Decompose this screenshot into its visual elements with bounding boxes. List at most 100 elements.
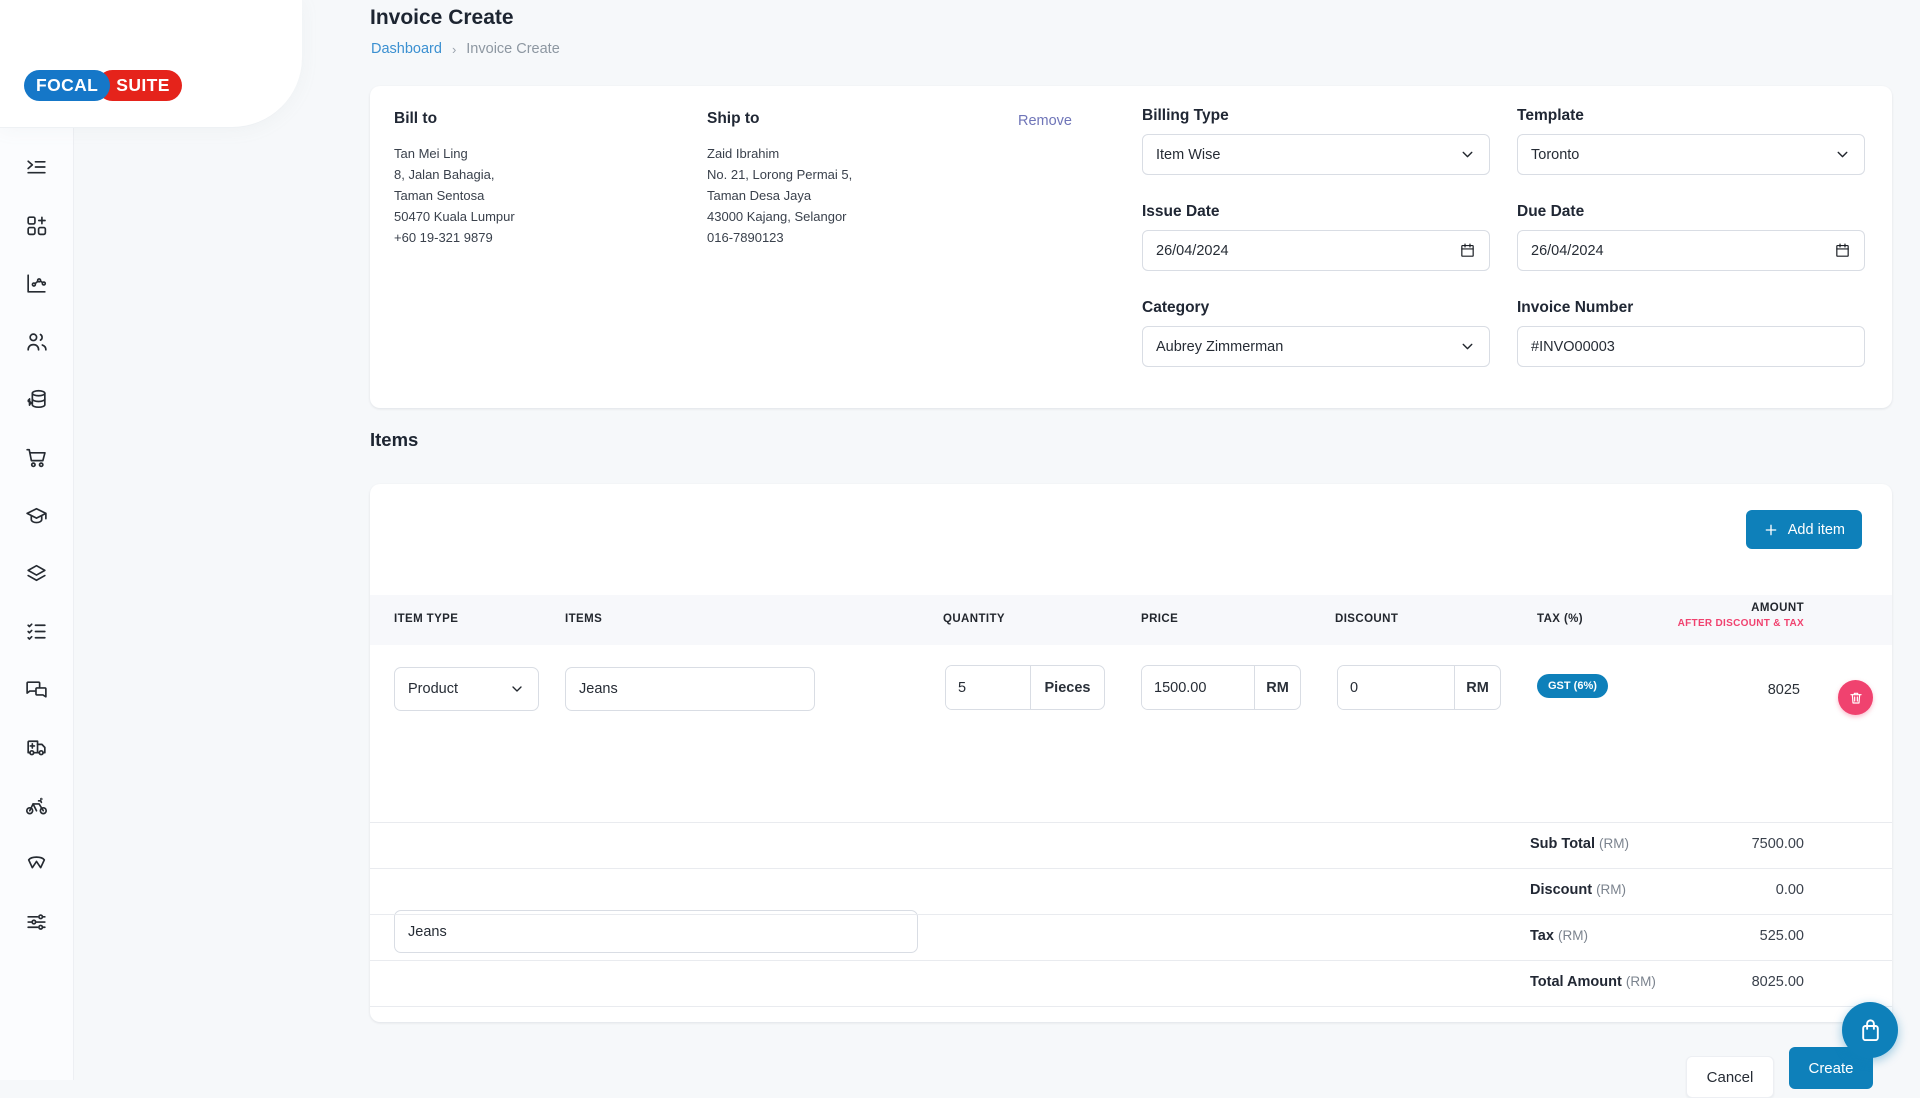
- due-date-label: Due Date: [1517, 203, 1865, 221]
- subtotal-unit: (RM): [1599, 836, 1629, 851]
- discount-value: 0.00: [1776, 882, 1804, 898]
- item-name-input[interactable]: [565, 667, 815, 711]
- shopping-bag-icon: [1857, 1017, 1884, 1044]
- breadcrumb: Dashboard › Invoice Create: [371, 41, 560, 57]
- template-field: Template Toronto: [1517, 107, 1865, 175]
- price-unit: RM: [1254, 666, 1300, 709]
- col-item-type: ITEM TYPE: [394, 613, 458, 625]
- calendar-icon: [1459, 242, 1476, 259]
- ship-to-label: Ship to: [707, 110, 987, 128]
- breadcrumb-dashboard-link[interactable]: Dashboard: [371, 41, 442, 57]
- ship-to-line: Zaid Ibrahim: [707, 143, 987, 164]
- database-dollar-icon: [24, 387, 49, 412]
- quantity-group: Pieces: [945, 665, 1105, 710]
- bill-to-block: Bill to Tan Mei Ling 8, Jalan Bahagia, T…: [394, 110, 674, 248]
- chart-dots-icon: [24, 271, 49, 296]
- floating-cart-button[interactable]: [1842, 1002, 1898, 1058]
- subtotal-label: Sub Total: [1530, 836, 1595, 852]
- sidebar-item-apps[interactable]: [0, 196, 73, 254]
- cancel-button[interactable]: Cancel: [1686, 1056, 1774, 1098]
- discount-row: Discount (RM) 0.00: [370, 868, 1892, 914]
- sidebar-item-menu[interactable]: [0, 138, 73, 196]
- total-amount-value: 8025.00: [1752, 974, 1804, 990]
- ship-to-block: Ship to Zaid Ibrahim No. 21, Lorong Perm…: [707, 110, 987, 248]
- add-item-button[interactable]: Add item: [1746, 510, 1862, 549]
- discount-label: Discount: [1530, 882, 1592, 898]
- invoice-details-card: Bill to Tan Mei Ling 8, Jalan Bahagia, T…: [370, 86, 1892, 408]
- tax-row: Tax (RM) 525.00: [370, 914, 1892, 960]
- category-label: Category: [1142, 299, 1490, 317]
- quantity-input[interactable]: [946, 666, 1030, 709]
- app-logo[interactable]: FOCAL SUITE: [24, 70, 182, 101]
- remove-address-button[interactable]: Remove: [1018, 113, 1072, 129]
- sidebar-item-projects[interactable]: [0, 544, 73, 602]
- invoice-number-value[interactable]: [1531, 339, 1851, 355]
- menu-list-icon: [24, 155, 49, 180]
- calendar-icon: [1834, 242, 1851, 259]
- invoice-number-field: Invoice Number: [1517, 299, 1865, 367]
- template-select[interactable]: Toronto: [1517, 134, 1865, 175]
- template-value: Toronto: [1531, 147, 1579, 163]
- brand-panel: FOCAL SUITE: [0, 0, 302, 128]
- sidebar-item-analytics[interactable]: [0, 254, 73, 312]
- sidebar-item-messages[interactable]: [0, 660, 73, 718]
- bike-icon: [24, 793, 49, 818]
- discount-unit-label: (RM): [1596, 882, 1626, 897]
- bill-to-label: Bill to: [394, 110, 674, 128]
- totals-block: Sub Total (RM) 7500.00 Discount (RM) 0.0…: [370, 822, 1892, 1007]
- tax-badge[interactable]: GST (6%): [1537, 674, 1608, 698]
- sidebar-item-training[interactable]: [0, 486, 73, 544]
- due-date-field: Due Date 26/04/2024: [1517, 203, 1865, 271]
- ship-to-line: No. 21, Lorong Permai 5,: [707, 164, 987, 185]
- sidebar-item-fleet[interactable]: [0, 718, 73, 776]
- issue-date-input[interactable]: 26/04/2024: [1142, 230, 1490, 271]
- tax-unit-label: (RM): [1558, 928, 1588, 943]
- billing-type-value: Item Wise: [1156, 147, 1220, 163]
- ship-to-line: 43000 Kajang, Selangor: [707, 206, 987, 227]
- sidebar-item-users[interactable]: [0, 312, 73, 370]
- items-table-header: ITEM TYPE ITEMS QUANTITY PRICE DISCOUNT …: [370, 595, 1892, 645]
- trash-icon: [1848, 690, 1864, 706]
- item-type-select[interactable]: Product: [394, 667, 539, 711]
- price-input[interactable]: [1142, 666, 1254, 709]
- quantity-unit: Pieces: [1030, 666, 1104, 709]
- due-date-input[interactable]: 26/04/2024: [1517, 230, 1865, 271]
- category-select[interactable]: Aubrey Zimmerman: [1142, 326, 1490, 367]
- invoice-number-label: Invoice Number: [1517, 299, 1865, 317]
- category-field: Category Aubrey Zimmerman: [1142, 299, 1490, 367]
- billing-type-select[interactable]: Item Wise: [1142, 134, 1490, 175]
- sidebar-item-rides[interactable]: [0, 776, 73, 834]
- discount-group: RM: [1337, 665, 1501, 710]
- col-discount: DISCOUNT: [1335, 613, 1398, 625]
- page-title: Invoice Create: [370, 6, 514, 30]
- total-amount-row: Total Amount (RM) 8025.00: [370, 960, 1892, 1007]
- bill-to-line: +60 19-321 9879: [394, 227, 674, 248]
- chevron-down-icon: [1459, 338, 1476, 355]
- billing-type-field: Billing Type Item Wise: [1142, 107, 1490, 175]
- template-label: Template: [1517, 107, 1865, 125]
- price-group: RM: [1141, 665, 1301, 710]
- issue-date-label: Issue Date: [1142, 203, 1490, 221]
- adjustments-icon: [24, 909, 49, 934]
- breadcrumb-chevron-icon: ›: [452, 41, 456, 57]
- sidebar-item-apparel[interactable]: [0, 834, 73, 892]
- ship-to-line: 016-7890123: [707, 227, 987, 248]
- delete-item-button[interactable]: [1838, 680, 1873, 715]
- sidebar-item-tasks[interactable]: [0, 602, 73, 660]
- col-price: PRICE: [1141, 613, 1178, 625]
- chevron-down-icon: [1459, 146, 1476, 163]
- issue-date-field: Issue Date 26/04/2024: [1142, 203, 1490, 271]
- sidebar-item-settings[interactable]: [0, 892, 73, 950]
- sidebar-item-pos[interactable]: [0, 428, 73, 486]
- logo-focal: FOCAL: [24, 70, 110, 101]
- total-amount-label: Total Amount: [1530, 974, 1622, 990]
- chevron-down-icon: [1834, 146, 1851, 163]
- tax-label: Tax: [1530, 928, 1554, 944]
- sidebar-item-finance[interactable]: [0, 370, 73, 428]
- discount-input[interactable]: [1338, 666, 1454, 709]
- item-row: Product Pieces RM RM GST (6%) 8025: [370, 645, 1892, 825]
- tax-value: 525.00: [1760, 928, 1804, 944]
- plus-icon: [1763, 522, 1779, 538]
- col-items: ITEMS: [565, 613, 602, 625]
- invoice-number-input[interactable]: [1517, 326, 1865, 367]
